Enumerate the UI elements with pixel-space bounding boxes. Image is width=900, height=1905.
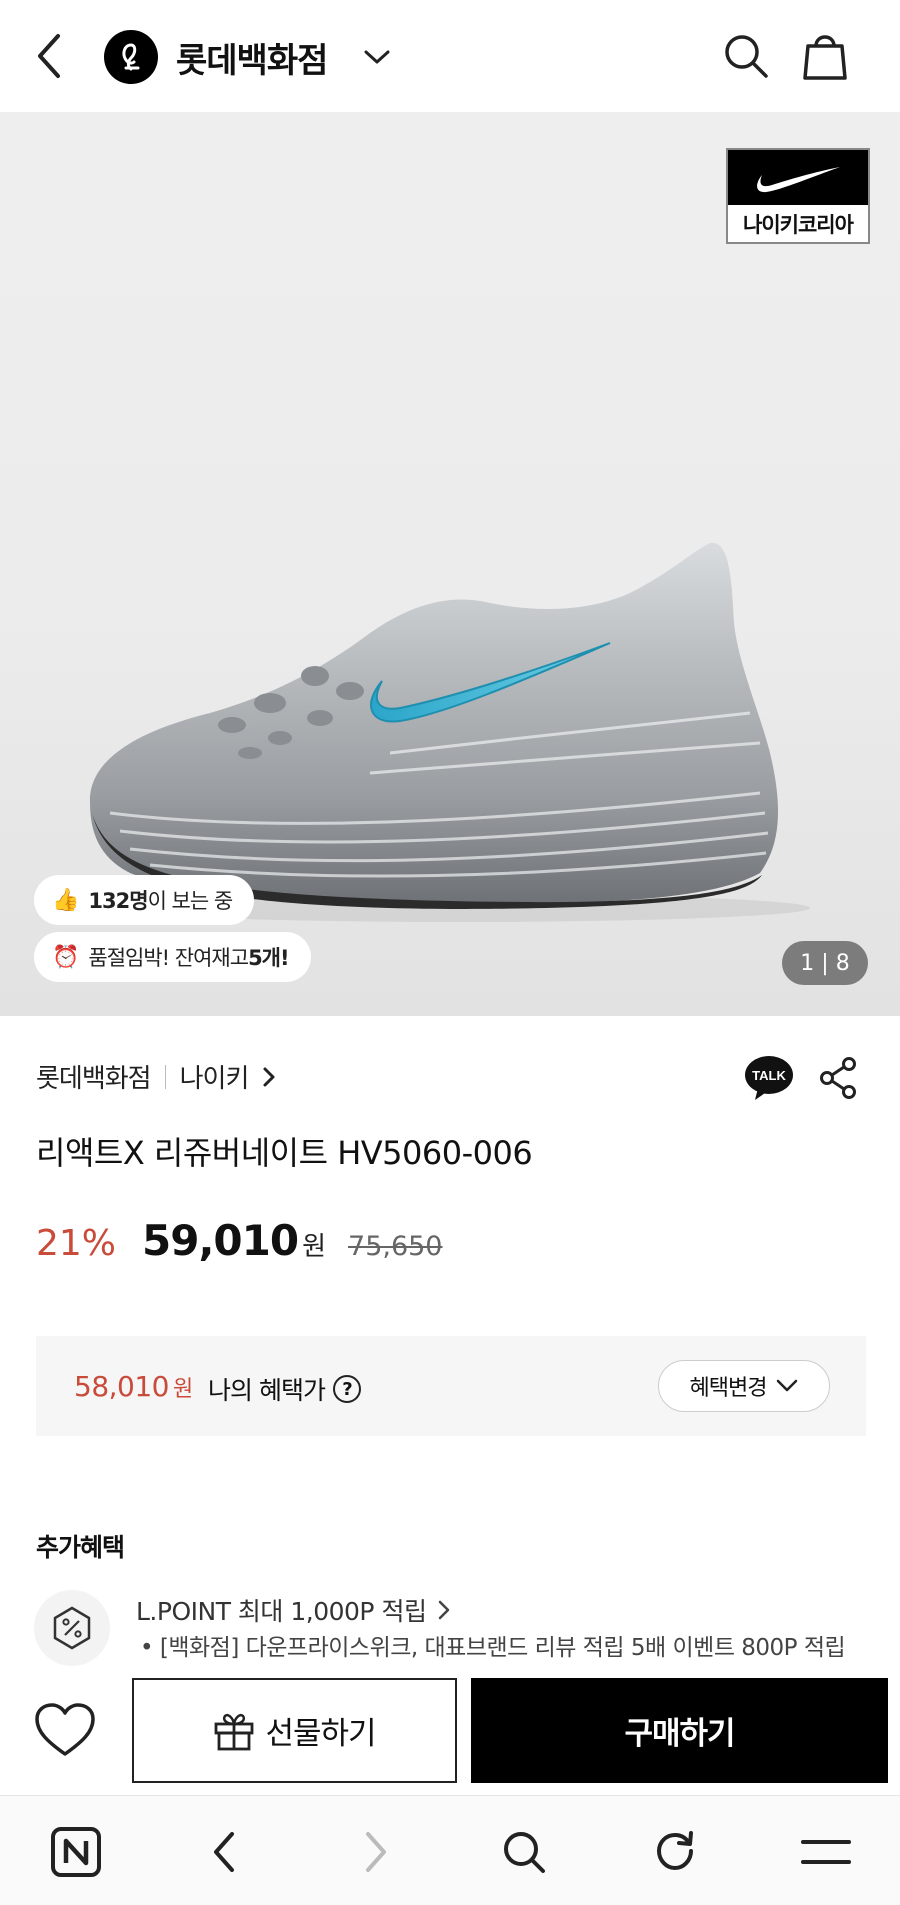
chevron-left-icon	[38, 34, 60, 78]
brand-breadcrumb: 롯데백화점 나이키	[36, 1058, 276, 1095]
benefit-label-row: 나의 혜택가 ?	[208, 1371, 361, 1407]
benefit-label: 나의 혜택가	[208, 1376, 326, 1405]
chevron-down-icon	[777, 1379, 798, 1392]
wishlist-button[interactable]	[34, 1702, 96, 1758]
menu-icon	[801, 1840, 851, 1864]
benefit-currency: 원	[172, 1377, 193, 1402]
sale-price: 59,010	[142, 1216, 299, 1265]
chevron-right-icon	[262, 1066, 276, 1088]
badge-label: 나이키코리아	[743, 212, 854, 237]
change-benefit-button[interactable]: 혜택변경	[658, 1360, 830, 1412]
browser-back-button[interactable]	[194, 1824, 254, 1880]
talk-icon: TALK	[745, 1056, 793, 1100]
brand-badge: 나이키코리아	[726, 148, 870, 244]
product-image-carousel[interactable]: 나이키코리아 👍 132명 이 보는 중 ⏰ 품절임박! 잔여재고 5개! 1 …	[0, 113, 900, 1016]
thumbs-up-icon: 👍	[52, 887, 79, 913]
heart-icon	[35, 1703, 95, 1756]
browser-refresh-button[interactable]	[646, 1824, 706, 1880]
original-price: 75,650	[348, 1231, 443, 1262]
naver-n-icon	[51, 1827, 101, 1877]
gift-button-label: 선물하기	[265, 1716, 376, 1752]
gift-icon	[215, 1713, 254, 1750]
store-link[interactable]: 롯데백화점	[36, 1058, 152, 1095]
naver-home-button[interactable]	[46, 1824, 106, 1880]
brand-link[interactable]: 나이키	[180, 1058, 250, 1095]
extra-benefits-title: 추가혜택	[36, 1533, 125, 1562]
search-button[interactable]	[722, 32, 770, 80]
purchase-bar: 선물하기 구매하기	[0, 1668, 900, 1790]
svg-text:TALK: TALK	[752, 1068, 786, 1083]
chevron-left-icon	[214, 1832, 234, 1872]
browser-menu-button[interactable]	[796, 1824, 856, 1880]
nike-swoosh-icon	[728, 150, 868, 205]
percent-coupon-icon	[34, 1590, 110, 1666]
viewers-badge: 👍 132명 이 보는 중	[34, 875, 255, 925]
divider	[164, 1064, 166, 1089]
buy-button-label: 구매하기	[624, 1716, 735, 1752]
chevron-down-icon	[363, 49, 391, 65]
lotte-logo-icon	[104, 30, 158, 84]
change-benefit-label: 혜택변경	[689, 1376, 768, 1401]
search-icon	[504, 1832, 545, 1873]
kakao-talk-button[interactable]: TALK	[744, 1054, 794, 1102]
lpoint-link[interactable]: L.POINT 최대 1,000P 적립	[136, 1592, 450, 1628]
stock-prefix: 품절임박! 잔여재고	[88, 946, 249, 970]
browser-nav-bar	[0, 1795, 900, 1905]
discount-rate: 21%	[36, 1223, 117, 1264]
my-benefit-price: 58,010 원	[74, 1370, 193, 1403]
lpoint-title: L.POINT 최대 1,000P 적립	[136, 1597, 427, 1626]
lpoint-description: • [백화점] 다운프라이스위크, 대표브랜드 리뷰 적립 5배 이벤트 800…	[140, 1635, 846, 1661]
share-icon	[820, 1057, 856, 1099]
gift-button[interactable]: 선물하기	[132, 1678, 457, 1783]
store-selector[interactable]: 롯데백화점	[104, 30, 391, 84]
image-page-counter: 1 | 8	[782, 941, 868, 985]
back-button[interactable]	[34, 30, 74, 82]
browser-search-button[interactable]	[494, 1824, 554, 1880]
chevron-right-icon	[366, 1832, 386, 1872]
cart-button[interactable]	[802, 30, 848, 82]
price-row: 21% 59,010 원 75,650	[36, 1216, 443, 1265]
chevron-right-icon	[439, 1600, 450, 1620]
top-header: 롯데백화점	[0, 0, 900, 113]
help-icon[interactable]: ?	[332, 1375, 361, 1403]
my-benefit-price-box: 58,010 원 나의 혜택가 ? 혜택변경	[36, 1336, 866, 1436]
stock-badge: ⏰ 품절임박! 잔여재고 5개!	[34, 932, 311, 982]
refresh-icon	[656, 1831, 693, 1871]
buy-button[interactable]: 구매하기	[471, 1678, 888, 1783]
product-name: 리액트X 리쥬버네이트 HV5060-006	[36, 1134, 533, 1172]
viewers-suffix: 이 보는 중	[147, 889, 234, 913]
stock-count: 5개!	[248, 946, 290, 970]
benefit-price-value: 58,010	[74, 1370, 169, 1403]
search-icon	[725, 35, 768, 78]
shopping-bag-icon	[803, 35, 847, 80]
alarm-clock-icon: ⏰	[52, 944, 79, 970]
share-button[interactable]	[818, 1056, 858, 1100]
store-title: 롯데백화점	[176, 40, 328, 81]
browser-forward-button[interactable]	[346, 1824, 406, 1880]
viewers-count: 132명	[88, 889, 148, 913]
currency-label: 원	[302, 1232, 327, 1262]
